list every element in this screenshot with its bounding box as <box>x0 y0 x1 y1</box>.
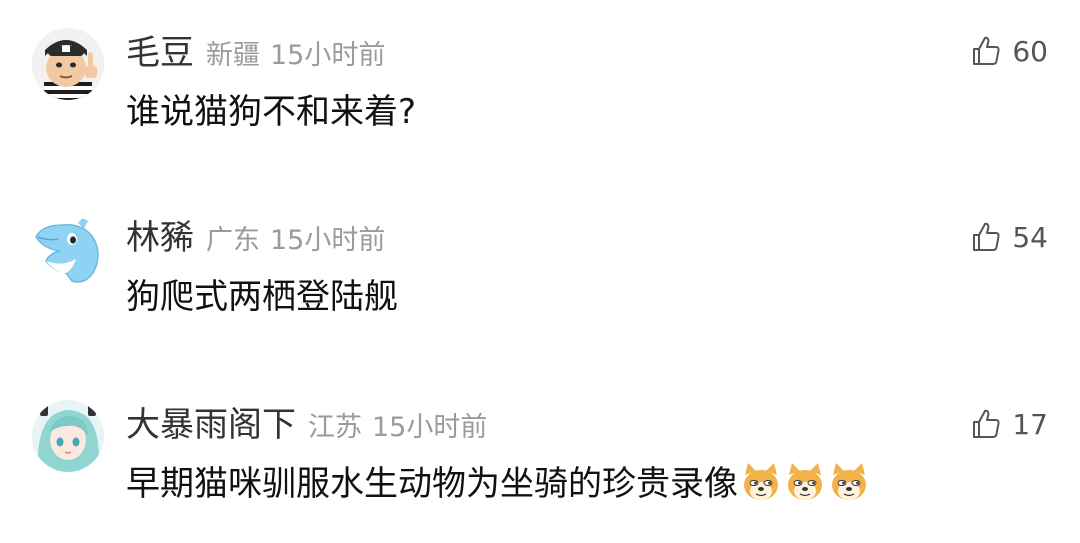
timestamp: 15小时前 <box>270 225 386 256</box>
dolphin-avatar-icon <box>35 217 99 283</box>
like-button[interactable]: 60 <box>970 27 1048 75</box>
comment-text: 谁说猫狗不和来着? <box>126 92 417 132</box>
user-avatar[interactable] <box>32 28 104 100</box>
username[interactable]: 毛豆 <box>126 29 194 77</box>
thumbs-up-icon <box>970 221 1002 253</box>
like-count: 17 <box>1012 407 1048 441</box>
comment-meta: 大暴雨阁下 江苏 15小时前 <box>126 401 487 449</box>
anime-girl-avatar-icon <box>32 400 104 472</box>
like-button[interactable]: 54 <box>970 213 1048 261</box>
username[interactable]: 林豨 <box>126 214 194 262</box>
timestamp: 15小时前 <box>270 40 386 71</box>
user-avatar[interactable] <box>32 215 104 287</box>
comment-item: 大暴雨阁下 江苏 15小时前 早期猫咪驯服水生动物为坐骑的珍贵录像 17 <box>0 372 1080 542</box>
comment-text: 早期猫咪驯服水生动物为坐骑的珍贵录像 <box>126 460 870 508</box>
doge-emoji-icon <box>740 461 782 503</box>
cartoon-boy-avatar-icon <box>32 28 104 100</box>
like-button[interactable]: 17 <box>970 400 1048 448</box>
comment-text: 狗爬式两栖登陆舰 <box>126 277 398 317</box>
comment-item: 毛豆 新疆 15小时前 谁说猫狗不和来着? 60 <box>0 0 1080 170</box>
like-count: 54 <box>1012 220 1048 254</box>
comment-text-body: 早期猫咪驯服水生动物为坐骑的珍贵录像 <box>126 464 738 504</box>
thumbs-up-icon <box>970 35 1002 67</box>
region-label: 广东 <box>206 225 260 256</box>
comment-item: 林豨 广东 15小时前 狗爬式两栖登陆舰 54 <box>0 185 1080 355</box>
thumbs-up-icon <box>970 408 1002 440</box>
timestamp: 15小时前 <box>372 412 488 443</box>
user-avatar[interactable] <box>32 400 104 472</box>
doge-emoji-icon <box>784 461 826 503</box>
region-label: 新疆 <box>206 40 260 71</box>
comment-meta: 毛豆 新疆 15小时前 <box>126 29 385 77</box>
doge-emoji-icon <box>828 461 870 503</box>
like-count: 60 <box>1012 34 1048 68</box>
region-label: 江苏 <box>308 412 362 443</box>
username[interactable]: 大暴雨阁下 <box>126 401 296 449</box>
comment-meta: 林豨 广东 15小时前 <box>126 214 385 262</box>
